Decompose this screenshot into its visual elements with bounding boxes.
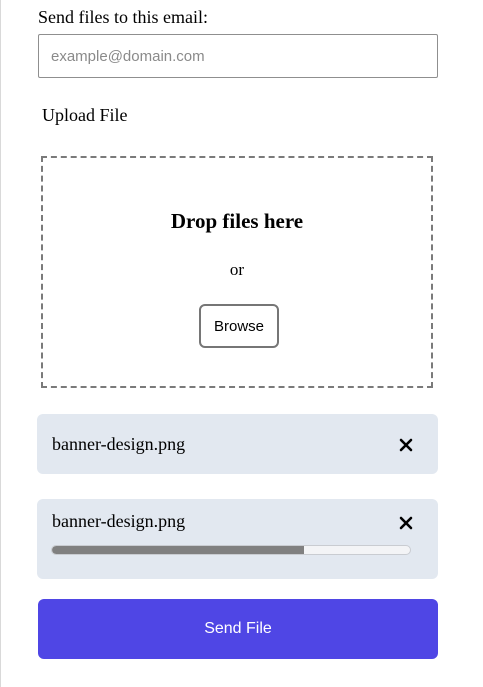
- dropzone-title: Drop files here: [170, 209, 304, 233]
- email-label: Send files to this email:: [38, 7, 208, 27]
- upload-progress-fill: [52, 546, 305, 554]
- close-icon: [399, 438, 413, 452]
- browse-button[interactable]: Browse: [199, 304, 279, 348]
- email-input[interactable]: [38, 34, 438, 78]
- dropzone-or-text: or: [229, 260, 245, 279]
- close-icon: [399, 516, 413, 530]
- remove-file-button[interactable]: [396, 435, 416, 455]
- send-file-button[interactable]: Send File: [38, 599, 438, 659]
- page-left-border: [0, 0, 1, 687]
- remove-file-button[interactable]: [396, 513, 416, 533]
- file-item: banner-design.png: [37, 414, 438, 474]
- file-item-uploading: banner-design.png: [37, 499, 438, 579]
- file-name: banner-design.png: [52, 511, 186, 531]
- file-name: banner-design.png: [52, 434, 186, 454]
- file-dropzone[interactable]: Drop files here or Browse: [41, 156, 433, 388]
- upload-file-label: Upload File: [42, 105, 128, 125]
- upload-progress-bar: [51, 545, 411, 555]
